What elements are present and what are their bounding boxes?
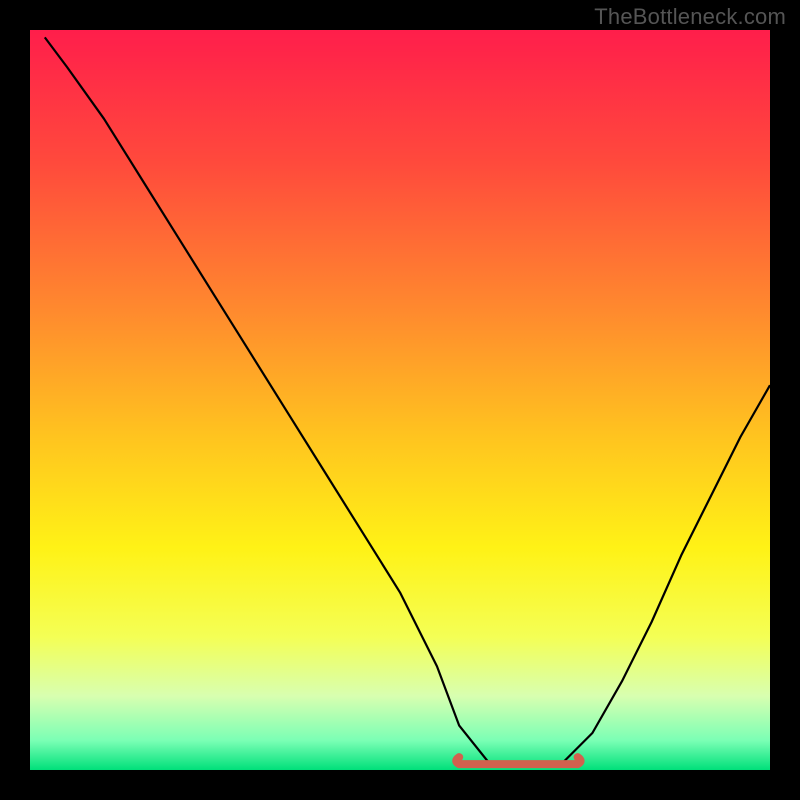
plot-background [30,30,770,770]
chart-frame: TheBottleneck.com [0,0,800,800]
watermark-text: TheBottleneck.com [594,4,786,30]
chart-svg [0,0,800,800]
